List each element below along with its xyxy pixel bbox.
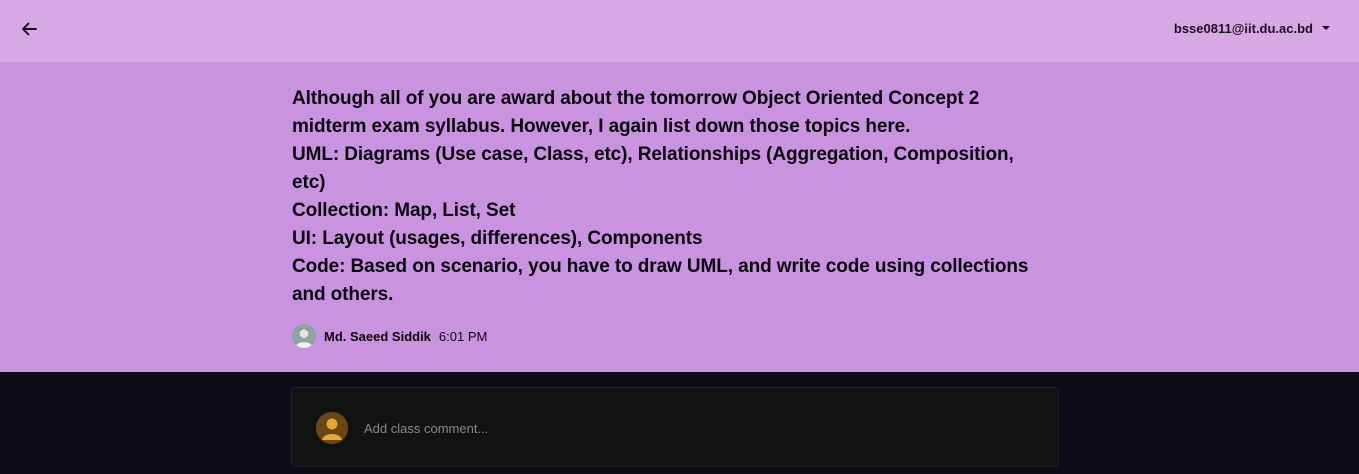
- account-menu[interactable]: bsse0811@iit.du.ac.bd: [1174, 19, 1331, 37]
- arrow-left-icon: [22, 22, 37, 36]
- announcement-text: Although all of you are award about the …: [292, 85, 1032, 309]
- post-time: 6:01 PM: [438, 328, 488, 344]
- announcement-line: Collection: Map, List, Set: [292, 200, 516, 221]
- author-info: Md. Saeed Siddik 6:01 PM: [292, 323, 487, 349]
- announcement-line: Code: Based on scenario, you have to dra…: [292, 256, 1029, 305]
- avatar: [292, 324, 316, 348]
- comment-box: [291, 387, 1059, 467]
- caret-down-icon: [1321, 25, 1331, 31]
- person-icon: [316, 412, 348, 444]
- top-bar: bsse0811@iit.du.ac.bd: [0, 0, 1359, 62]
- announcement-line: Although all of you are award about the …: [292, 88, 980, 137]
- author-name[interactable]: Md. Saeed Siddik: [324, 329, 431, 344]
- account-email: bsse0811@iit.du.ac.bd: [1173, 20, 1313, 36]
- comment-input[interactable]: [356, 416, 956, 440]
- announcement-line: UML: Diagrams (Use case, Class, etc), Re…: [292, 144, 1014, 193]
- back-button[interactable]: [14, 14, 44, 44]
- announcement-line: UI: Layout (usages, differences), Compon…: [292, 228, 703, 249]
